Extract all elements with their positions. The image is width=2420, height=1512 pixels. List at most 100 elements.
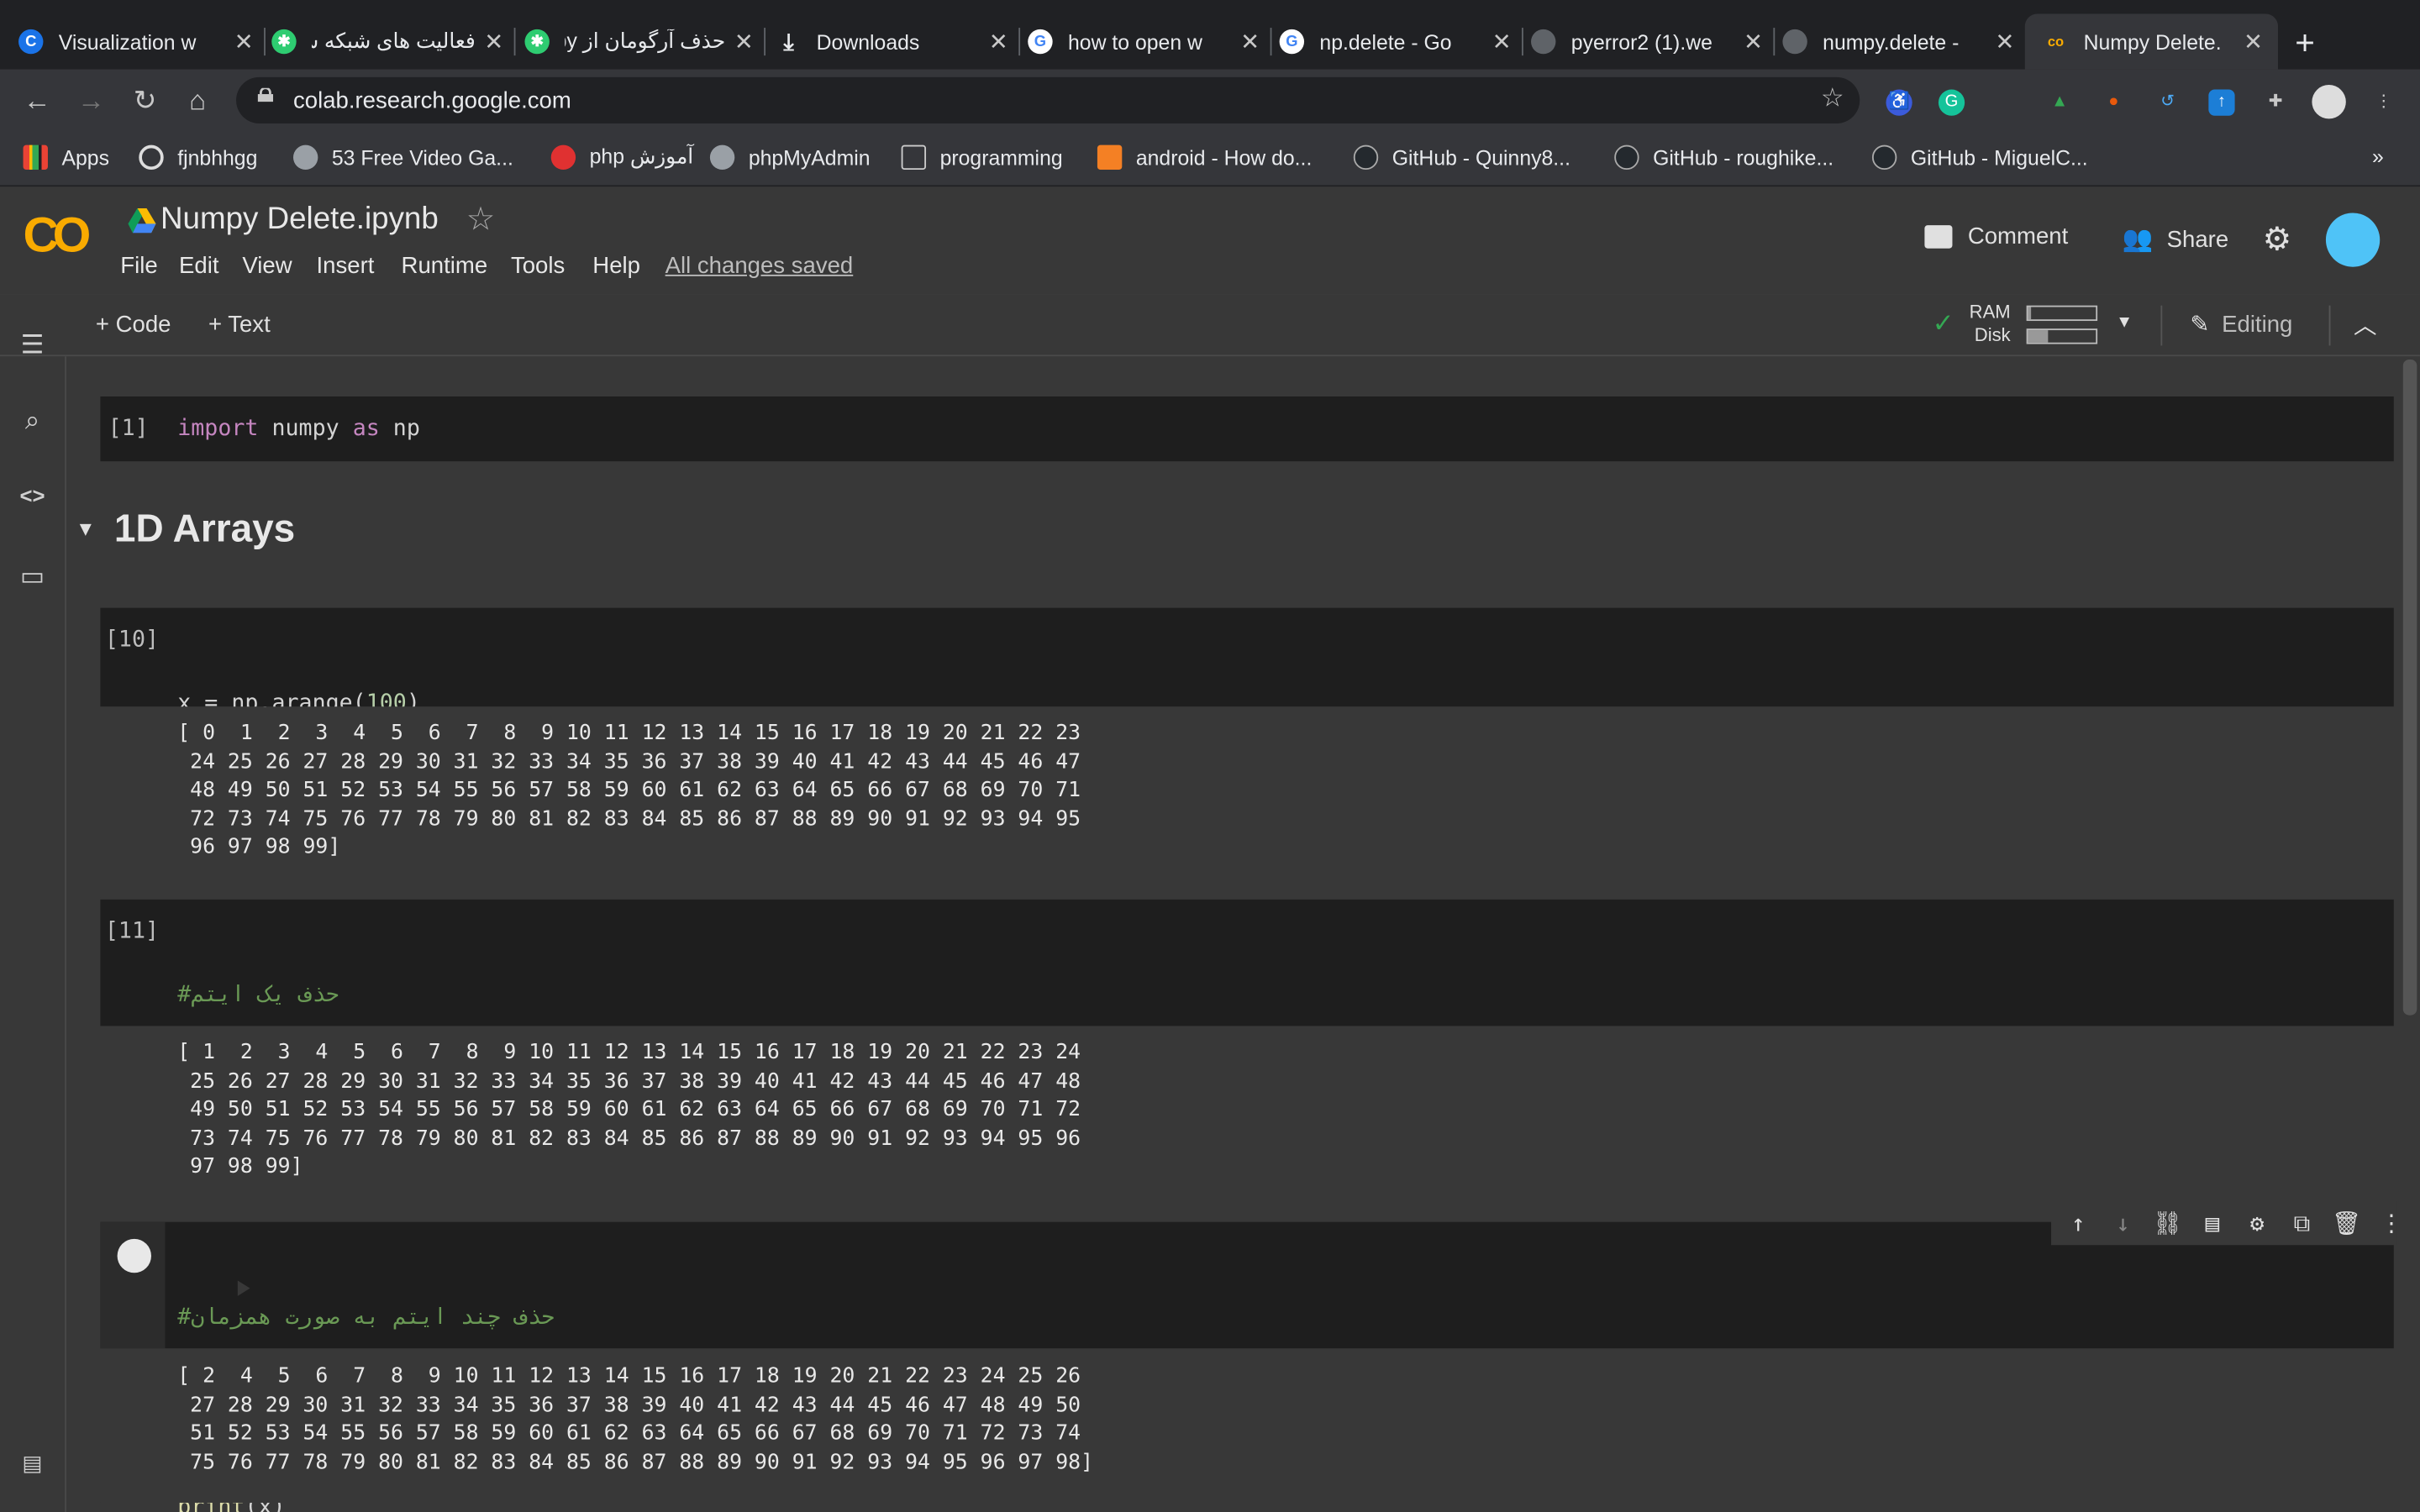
grammarly-icon[interactable]: G bbox=[1938, 89, 1965, 116]
browser-tab[interactable]: ⤓ Downloads ✕ bbox=[776, 14, 1021, 70]
bookmark-apps[interactable]: Apps bbox=[23, 144, 109, 171]
more-options-icon[interactable]: ⋮ bbox=[2377, 1208, 2396, 1240]
sync-extension-icon[interactable]: ↺ bbox=[2154, 90, 2181, 116]
menu-insert[interactable]: Insert bbox=[317, 253, 375, 279]
browser-menu-icon[interactable]: ⋮ bbox=[2370, 90, 2396, 116]
extension-icon[interactable]: ♿ bbox=[1886, 89, 1912, 116]
close-tab-icon[interactable]: ✕ bbox=[1992, 28, 2017, 55]
code-comment: #حذف چند ایتم به صورت همزمان bbox=[177, 1305, 555, 1331]
editing-mode-button[interactable]: ✎ Editing bbox=[2190, 310, 2292, 338]
divider bbox=[2160, 305, 2163, 346]
notebook-title[interactable]: Numpy Delete.ipynb bbox=[160, 202, 439, 238]
browser-tab[interactable]: ✱ فعالیت های شبکه ش ✕ bbox=[271, 14, 516, 70]
link-icon[interactable]: ⛓ bbox=[2153, 1208, 2182, 1240]
search-icon[interactable]: ⌕ bbox=[17, 406, 48, 437]
cell-output: [ 2 4 5 6 7 8 9 10 11 12 13 14 15 16 17 … bbox=[100, 1348, 2394, 1503]
browser-tab[interactable]: G how to open w ✕ bbox=[1028, 14, 1272, 70]
menu-runtime[interactable]: Runtime bbox=[402, 253, 488, 279]
google-favicon-icon: G bbox=[1028, 29, 1053, 55]
reload-icon[interactable]: ↻ bbox=[128, 85, 161, 118]
browser-tab[interactable]: ✱ حذف آرگومان از py ✕ bbox=[524, 14, 766, 70]
site-favicon-icon: ✱ bbox=[524, 29, 550, 55]
browser-tab[interactable]: G np.delete - Go ✕ bbox=[1279, 14, 1523, 70]
site-favicon-icon: ✱ bbox=[271, 29, 297, 55]
extension-icon[interactable]: ● bbox=[2101, 90, 2127, 116]
new-tab-icon[interactable]: + bbox=[2295, 24, 2315, 64]
bookmark-star-icon[interactable]: ☆ bbox=[1821, 83, 1844, 114]
add-comment-icon[interactable]: ▤ bbox=[2198, 1208, 2228, 1240]
collapse-header-icon[interactable]: ︿ bbox=[2354, 308, 2377, 341]
address-bar[interactable]: colab.research.google.com ☆ bbox=[236, 76, 1860, 123]
more-bookmarks-icon[interactable]: » bbox=[2372, 145, 2384, 169]
menu-lines-icon[interactable]: ☰ bbox=[17, 330, 48, 361]
settings-gear-icon[interactable]: ⚙ bbox=[2263, 221, 2292, 260]
delete-cell-icon[interactable]: 🗑 bbox=[2332, 1208, 2361, 1240]
bookmark-item[interactable]: php آموزش bbox=[550, 144, 693, 171]
user-avatar[interactable] bbox=[2325, 213, 2381, 267]
extensions-puzzle-icon[interactable]: ✚ bbox=[2263, 90, 2289, 116]
resources-dropdown-icon[interactable]: ▼ bbox=[2116, 313, 2133, 332]
notebook-scrollbar[interactable] bbox=[2398, 356, 2420, 1512]
browser-tab[interactable]: pyerror2 (1).we ✕ bbox=[1531, 14, 1776, 70]
browser-tab-active[interactable]: co Numpy Delete. ✕ bbox=[2024, 13, 2279, 70]
move-up-icon[interactable]: ↑ bbox=[2064, 1208, 2093, 1240]
save-status[interactable]: All changes saved bbox=[666, 253, 854, 279]
close-tab-icon[interactable]: ✕ bbox=[1741, 28, 1765, 55]
bookmark-item[interactable]: GitHub - Quinny8... bbox=[1353, 144, 1570, 171]
bookmark-item[interactable]: 53 Free Video Ga... bbox=[292, 144, 513, 171]
menu-file[interactable]: File bbox=[120, 253, 157, 279]
profile-avatar[interactable] bbox=[2312, 85, 2346, 119]
star-notebook-icon[interactable]: ☆ bbox=[466, 201, 496, 239]
collapse-section-icon[interactable]: ▼ bbox=[76, 517, 96, 540]
globe-icon bbox=[709, 144, 735, 171]
bookmark-item[interactable]: GitHub - roughike... bbox=[1614, 144, 1833, 171]
bookmark-item[interactable]: fjnbhhgg bbox=[139, 144, 257, 171]
code-cell[interactable]: [1] import numpy as np bbox=[100, 396, 2394, 462]
bookmark-item[interactable]: programming bbox=[901, 144, 1063, 171]
drive-extension-icon[interactable]: ▲ bbox=[2047, 90, 2073, 116]
comment-button[interactable]: Comment bbox=[1924, 223, 2068, 250]
close-tab-icon[interactable]: ✕ bbox=[1238, 28, 1262, 55]
code-cell[interactable]: [10] x = np.arange(100) print(x) bbox=[100, 607, 2394, 811]
code-snippets-icon[interactable]: <> bbox=[17, 483, 48, 514]
globe-icon bbox=[292, 144, 318, 171]
code-cell-focused[interactable]: #حذف چند ایتم به صورت همزمان x = np.dele… bbox=[100, 1201, 2397, 1512]
browser-tab[interactable]: numpy.delete - ✕ bbox=[1782, 14, 2017, 70]
run-cell-button[interactable] bbox=[117, 1238, 250, 1295]
close-tab-icon[interactable]: ✕ bbox=[232, 28, 256, 55]
forward-icon[interactable]: → bbox=[74, 85, 108, 118]
move-down-icon[interactable]: ↓ bbox=[2108, 1208, 2138, 1240]
home-icon[interactable]: ⌂ bbox=[181, 85, 214, 118]
add-code-button[interactable]: + Code bbox=[96, 312, 171, 338]
download-icon: ⤓ bbox=[783, 28, 794, 55]
close-tab-icon[interactable]: ✕ bbox=[986, 28, 1011, 55]
output-line: [ 2 4 5 6 7 8 9 10 11 12 13 14 15 16 17 … bbox=[177, 1363, 1081, 1389]
close-tab-icon[interactable]: ✕ bbox=[2241, 28, 2265, 55]
output-line: 27 28 29 30 31 32 33 34 35 36 37 38 39 4… bbox=[177, 1392, 1081, 1418]
mirror-cell-icon[interactable]: ⧉ bbox=[2287, 1208, 2317, 1240]
close-tab-icon[interactable]: ✕ bbox=[481, 28, 506, 55]
menu-view[interactable]: View bbox=[242, 253, 292, 279]
colab-favicon-icon: C bbox=[18, 29, 44, 55]
back-icon[interactable]: ← bbox=[20, 85, 54, 118]
extension-icon[interactable]: ↑ bbox=[2208, 89, 2235, 116]
menu-tools[interactable]: Tools bbox=[511, 253, 565, 279]
close-tab-icon[interactable]: ✕ bbox=[732, 28, 756, 55]
share-button[interactable]: 👥 Share bbox=[2123, 223, 2229, 255]
people-icon: 👥 bbox=[2122, 226, 2154, 254]
execution-count: [1] bbox=[108, 416, 149, 442]
menu-help[interactable]: Help bbox=[592, 253, 640, 279]
bookmark-item[interactable]: GitHub - MiguelC... bbox=[1871, 144, 2088, 171]
bookmark-item[interactable]: phpMyAdmin bbox=[709, 144, 871, 171]
browser-tab[interactable]: C Visualization w ✕ bbox=[18, 14, 266, 70]
code-cell[interactable]: [11] #حذف یک ایتم x = np.delete(x , [0])… bbox=[100, 899, 2394, 1197]
colab-logo[interactable]: CO bbox=[24, 207, 92, 264]
close-tab-icon[interactable]: ✕ bbox=[1489, 28, 1513, 55]
cell-settings-icon[interactable]: ⚙ bbox=[2243, 1208, 2272, 1240]
terminal-icon[interactable]: ▤ bbox=[17, 1451, 48, 1482]
folder-icon[interactable]: ▭ bbox=[17, 562, 48, 593]
add-text-button[interactable]: + Text bbox=[208, 312, 271, 338]
menu-edit[interactable]: Edit bbox=[179, 253, 218, 279]
bookmark-item[interactable]: android - How do... bbox=[1097, 144, 1312, 171]
resource-labels[interactable]: RAM Disk bbox=[1970, 301, 2011, 347]
